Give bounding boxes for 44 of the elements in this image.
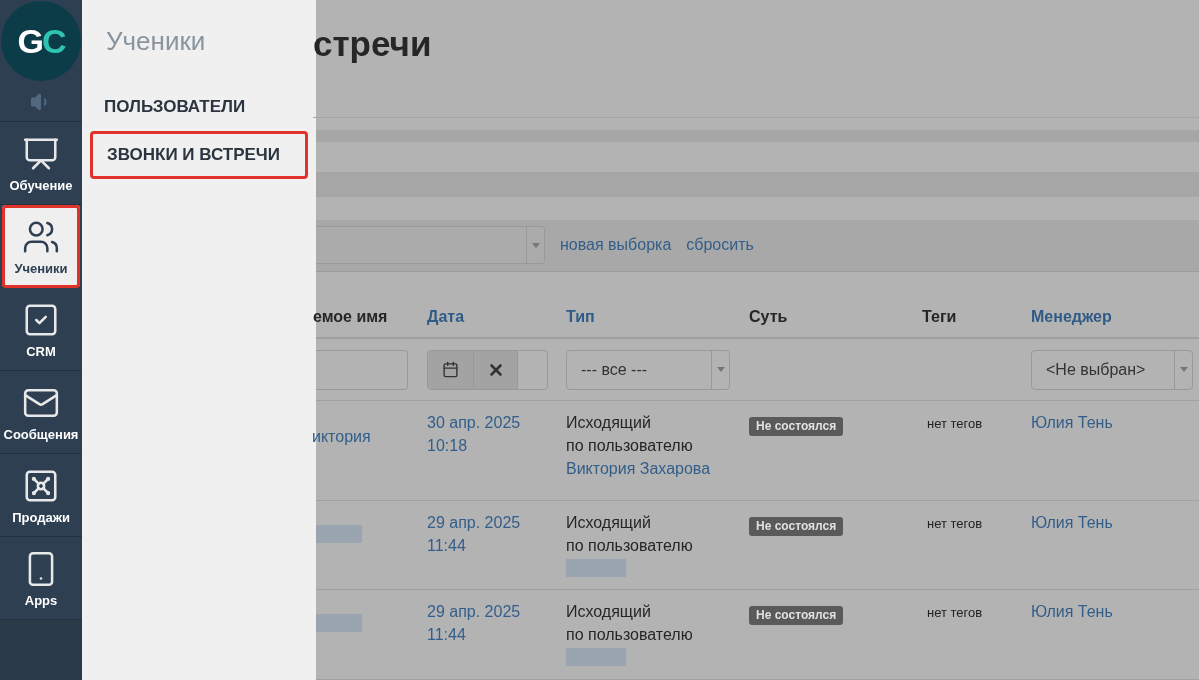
clear-button[interactable] xyxy=(474,350,518,389)
date-text[interactable]: 29 апр. 2025 xyxy=(427,600,566,624)
type-select[interactable]: --- все --- xyxy=(566,349,730,390)
nav-item[interactable]: Ученики xyxy=(2,205,80,288)
manager-select[interactable]: <Не выбран> xyxy=(1031,349,1193,390)
user-link[interactable]: Виктория Захарова xyxy=(566,456,749,480)
type-text: Исходящий xyxy=(566,412,652,433)
name-filter-field[interactable] xyxy=(316,349,408,390)
column-header: Теги xyxy=(922,307,957,325)
date-text[interactable]: 30 апр. 2025 xyxy=(427,410,566,434)
tags-text: нет тегов xyxy=(927,605,983,621)
name-link[interactable]: иктория xyxy=(312,427,371,445)
column-header[interactable]: Менеджер xyxy=(1031,307,1112,325)
tags-text: нет тегов xyxy=(927,415,983,431)
column-header[interactable]: Дата xyxy=(427,307,465,325)
column-header: емое имя xyxy=(313,307,388,325)
time-text[interactable]: 11:44 xyxy=(427,533,566,557)
type-detail: по пользователю xyxy=(566,535,694,556)
type-detail: по пользователю xyxy=(566,435,694,456)
calendar-button[interactable] xyxy=(428,350,474,389)
date-text[interactable]: 29 апр. 2025 xyxy=(427,510,566,534)
type-detail: по пользователю xyxy=(566,625,694,646)
column-header[interactable]: Тип xyxy=(566,307,595,325)
flyout-link[interactable]: ЗВОНКИ И ВСТРЕЧИ xyxy=(90,131,308,179)
tags-text: нет тегов xyxy=(927,515,983,531)
page-title: стречи xyxy=(313,0,1199,118)
flyout-link[interactable]: ПОЛЬЗОВАТЕЛИ xyxy=(90,83,306,131)
filter-link[interactable]: новая выборка xyxy=(560,233,672,258)
type-text: Исходящий xyxy=(566,602,652,623)
status-badge: Не состоялся xyxy=(749,416,844,436)
manager-link[interactable]: Юлия Тень xyxy=(1031,603,1113,621)
status-badge: Не состоялся xyxy=(749,606,844,626)
logo[interactable]: GC xyxy=(1,1,81,81)
column-header: Суть xyxy=(749,307,788,325)
time-text[interactable]: 11:44 xyxy=(427,623,566,647)
manager-link[interactable]: Юлия Тень xyxy=(1031,513,1113,531)
calendar-icon xyxy=(442,361,459,378)
flyout-title: Ученики xyxy=(105,25,207,58)
manager-link[interactable]: Юлия Тень xyxy=(1031,413,1113,431)
filter-select[interactable] xyxy=(316,226,545,265)
status-badge: Не состоялся xyxy=(749,516,844,536)
type-text: Исходящий xyxy=(566,512,652,533)
filter-link[interactable]: сбросить xyxy=(686,233,754,258)
time-text[interactable]: 10:18 xyxy=(427,433,566,457)
